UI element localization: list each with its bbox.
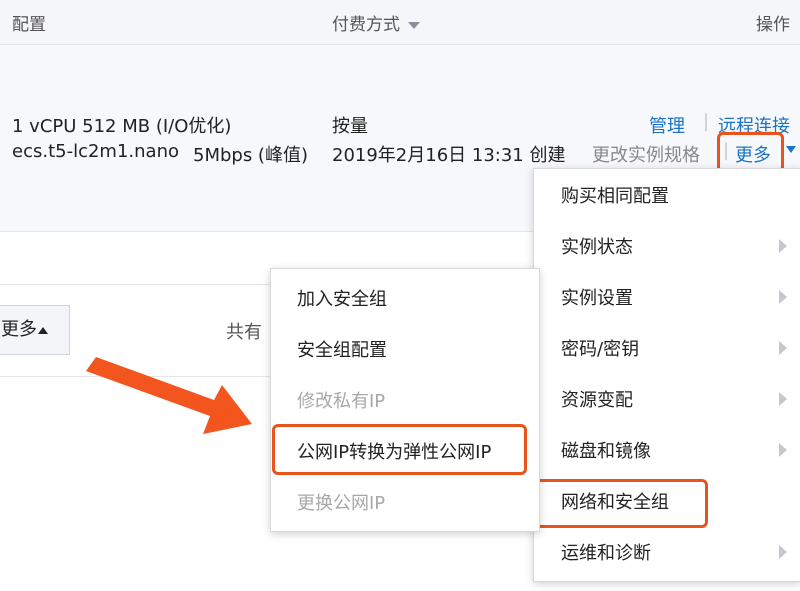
submenu-item-modify-private-ip: 修改私有IP [271,374,539,425]
menu-item-label: 运维和诊断 [561,543,651,564]
submenu-item-label: 修改私有IP [297,391,386,412]
menu-item-password-key[interactable]: 密码/密钥 [534,322,800,373]
submenu-item-security-group-config[interactable]: 安全组配置 [271,323,539,374]
menu-item-label: 实例设置 [561,288,633,309]
menu-item-label: 实例状态 [561,237,633,258]
chevron-right-icon [779,239,787,253]
chevron-right-icon [779,290,787,304]
menu-item-ops-diagnose[interactable]: 运维和诊断 [534,526,800,577]
submenu-item-label: 安全组配置 [297,340,387,361]
submenu-item-label: 加入安全组 [297,289,387,310]
chevron-right-icon [779,392,787,406]
submenu-item-join-security-group[interactable]: 加入安全组 [271,272,539,323]
highlight-convert-eip [272,424,527,475]
menu-item-disk-image[interactable]: 磁盘和镜像 [534,424,800,475]
submenu-item-change-public-ip: 更换公网IP [271,476,539,527]
menu-item-buy-same[interactable]: 购买相同配置 [534,169,800,220]
chevron-right-icon [779,545,787,559]
menu-item-label: 资源变配 [561,390,633,411]
menu-item-label: 密码/密钥 [561,339,640,360]
menu-item-instance-settings[interactable]: 实例设置 [534,271,800,322]
menu-item-resource-change[interactable]: 资源变配 [534,373,800,424]
chevron-right-icon [779,341,787,355]
highlight-network-security [535,479,708,528]
network-security-submenu: 加入安全组 安全组配置 修改私有IP 公网IP转换为弹性公网IP 更换公网IP [270,268,540,532]
submenu-item-label: 更换公网IP [297,493,386,514]
menu-item-label: 磁盘和镜像 [561,441,651,462]
menu-item-label: 购买相同配置 [561,186,669,207]
menu-item-instance-status[interactable]: 实例状态 [534,220,800,271]
chevron-right-icon [779,443,787,457]
